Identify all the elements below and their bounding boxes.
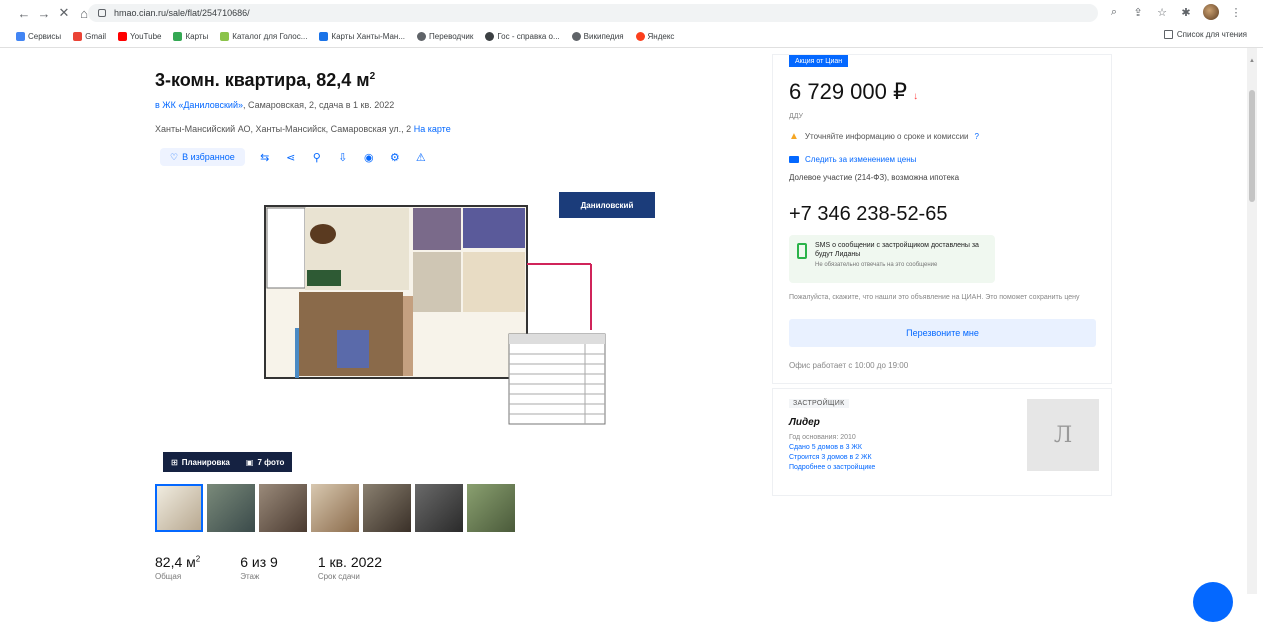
fact-deadline: 1 кв. 2022 Срок сдачи (317, 554, 382, 581)
bookmark-item[interactable]: Карты (173, 32, 208, 41)
page-title: 3-комн. квартира, 82,4 м2 (155, 70, 376, 90)
address-line: Ханты-Мансийский АО, Ханты-Мансийск, Сам… (155, 124, 451, 134)
forward-icon[interactable]: → (34, 3, 54, 23)
developer-more-link[interactable]: Подробнее о застройщике (789, 463, 875, 473)
gallery-tabs: ⊞ Планировка ▣ 7 фото (163, 452, 293, 472)
lock-icon (98, 9, 106, 17)
compare-icon[interactable]: ⇆ (259, 151, 271, 164)
deal-type: Долевое участие (214-ФЗ), возможна ипоте… (789, 173, 960, 182)
building-link[interactable]: Строится 3 домов в 2 ЖК (789, 453, 875, 463)
heart-icon: ♡ (170, 151, 179, 162)
thumbnail[interactable] (363, 484, 411, 532)
developer-tag: ЗАСТРОЙЩИК (789, 399, 849, 408)
chat-button[interactable] (1193, 582, 1233, 622)
complex-link[interactable]: в ЖК «Даниловский» (155, 100, 243, 110)
browser-toolbar: ← → ✕ ⌂ hmao.cian.ru/sale/flat/254710686… (0, 0, 1263, 26)
fact-total-area: 82,4 м2 Общая (155, 554, 201, 581)
developer-card: ЗАСТРОЙЩИК Лидер Год основания: 2010 Сда… (772, 388, 1112, 496)
share-icon[interactable]: ⋖ (285, 151, 297, 164)
share-icon[interactable]: ⇪ (1131, 5, 1145, 19)
page-content: 3-комн. квартира, 82,4 м2 в ЖК «Даниловс… (0, 48, 1263, 594)
developer-info: Год основания: 2010 Сдано 5 домов в 3 ЖК… (789, 434, 876, 473)
developer-name[interactable]: Лидер (789, 417, 820, 428)
thumbnail[interactable] (155, 484, 203, 532)
thumbnail[interactable] (311, 484, 359, 532)
pin-icon[interactable]: ⚲ (311, 151, 323, 164)
plan-tab[interactable]: ⊞ Планировка (163, 452, 238, 472)
fact-floor: 6 из 9 Этаж (240, 554, 278, 581)
download-icon[interactable]: ⇩ (337, 151, 349, 164)
price-watch-link[interactable]: Следить за изменением цены (789, 155, 916, 164)
star-icon[interactable]: ☆ (1155, 5, 1169, 19)
bookmark-item[interactable]: Гос - справка о... (485, 32, 560, 41)
scroll-up-icon[interactable]: ▲ (1249, 58, 1255, 64)
avatar[interactable] (1203, 4, 1219, 20)
complex-line: в ЖК «Даниловский», Самаровская, 2, сдач… (155, 100, 395, 110)
browser-actions: ⌕ ⇪ ☆ ✱ ⋮ (1107, 4, 1243, 20)
floorplan-drawing (264, 205, 606, 425)
bookmarks-bar: Сервисы Gmail YouTube Карты Каталог для … (0, 26, 1263, 48)
bookmark-item[interactable]: Gmail (73, 32, 106, 41)
built-link[interactable]: Сдано 5 домов в 3 ЖК (789, 443, 875, 453)
sms-notice: SMS о сообщении с застройщиком доставлен… (789, 235, 995, 283)
hide-icon[interactable]: ◉ (363, 151, 375, 164)
reading-list-icon (1163, 30, 1173, 39)
bookmark-item[interactable]: Википедия (571, 32, 624, 41)
key-facts: 82,4 м2 Общая 6 из 9 Этаж 1 кв. 2022 Сро… (155, 554, 382, 581)
reading-list-button[interactable]: Список для чтения (1163, 30, 1247, 39)
thumbnail[interactable] (207, 484, 255, 532)
photos-tab[interactable]: ▣ 7 фото (237, 452, 293, 472)
plan-icon: ⊞ (171, 457, 178, 467)
mail-icon (789, 156, 799, 163)
help-link[interactable]: ? (975, 132, 979, 141)
bookmark-item[interactable]: Сервисы (16, 32, 61, 41)
camera-icon: ▣ (245, 457, 254, 467)
thumbnail-strip (155, 484, 515, 532)
developer-watermark: Даниловский (559, 192, 655, 218)
price-note: ДДУ (789, 113, 804, 120)
settings-icon[interactable]: ⚙ (389, 151, 401, 164)
mention-note: Пожалуйста, скажите, что нашли это объяв… (789, 294, 1080, 301)
map-link[interactable]: На карте (414, 124, 451, 134)
search-icon[interactable]: ⌕ (1107, 5, 1121, 19)
developer-logo[interactable]: Л (1027, 399, 1099, 471)
back-icon[interactable]: ← (14, 3, 34, 23)
close-icon[interactable]: ✕ (54, 3, 74, 23)
phone-icon (797, 243, 807, 259)
phone-number[interactable]: +7 346 238-52-65 (789, 203, 947, 226)
scrollbar-thumb[interactable] (1249, 90, 1255, 202)
listing-sidebar: Акция от Циан 6 729 000 ₽ ↓ ДДУ ▲ Уточня… (772, 48, 1112, 594)
url-text: hmao.cian.ru/sale/flat/254710686/ (114, 8, 250, 18)
price-down-icon: ↓ (913, 91, 919, 102)
action-bar: ♡ В избранное ⇆ ⋖ ⚲ ⇩ ◉ ⚙ ⚠ (160, 148, 427, 166)
office-hours: Офис работает с 10:00 до 19:00 (789, 361, 909, 370)
thumbnail[interactable] (259, 484, 307, 532)
bookmark-item[interactable]: YouTube (118, 32, 161, 41)
thumbnail[interactable] (415, 484, 463, 532)
bookmark-item[interactable]: Карты Ханты-Ман... (319, 32, 405, 41)
promo-badge[interactable]: Акция от Циан (789, 55, 849, 67)
bookmark-item[interactable]: Каталог для Голос... (220, 32, 307, 41)
thumbnail[interactable] (467, 484, 515, 532)
address-bar[interactable]: hmao.cian.ru/sale/flat/254710686/ (88, 4, 1098, 22)
report-icon[interactable]: ⚠ (415, 151, 427, 164)
listing-main: 3-комн. квартира, 82,4 м2 в ЖК «Даниловс… (155, 48, 765, 594)
extension-icon[interactable]: ✱ (1179, 5, 1193, 19)
favorite-button[interactable]: ♡ В избранное (160, 148, 245, 166)
callback-button[interactable]: Перезвоните мне (789, 319, 1096, 347)
price-card: Акция от Циан 6 729 000 ₽ ↓ ДДУ ▲ Уточня… (772, 54, 1112, 384)
commission-warning: ▲ Уточняйте информацию о сроке и комисси… (789, 131, 979, 142)
floorplan-image[interactable]: Даниловский (155, 178, 745, 458)
menu-icon[interactable]: ⋮ (1229, 5, 1243, 19)
price: 6 729 000 ₽ ↓ (789, 79, 919, 104)
bookmark-item[interactable]: Переводчик (417, 32, 473, 41)
bookmark-item[interactable]: Яндекс (635, 32, 674, 41)
warning-icon: ▲ (789, 131, 799, 142)
